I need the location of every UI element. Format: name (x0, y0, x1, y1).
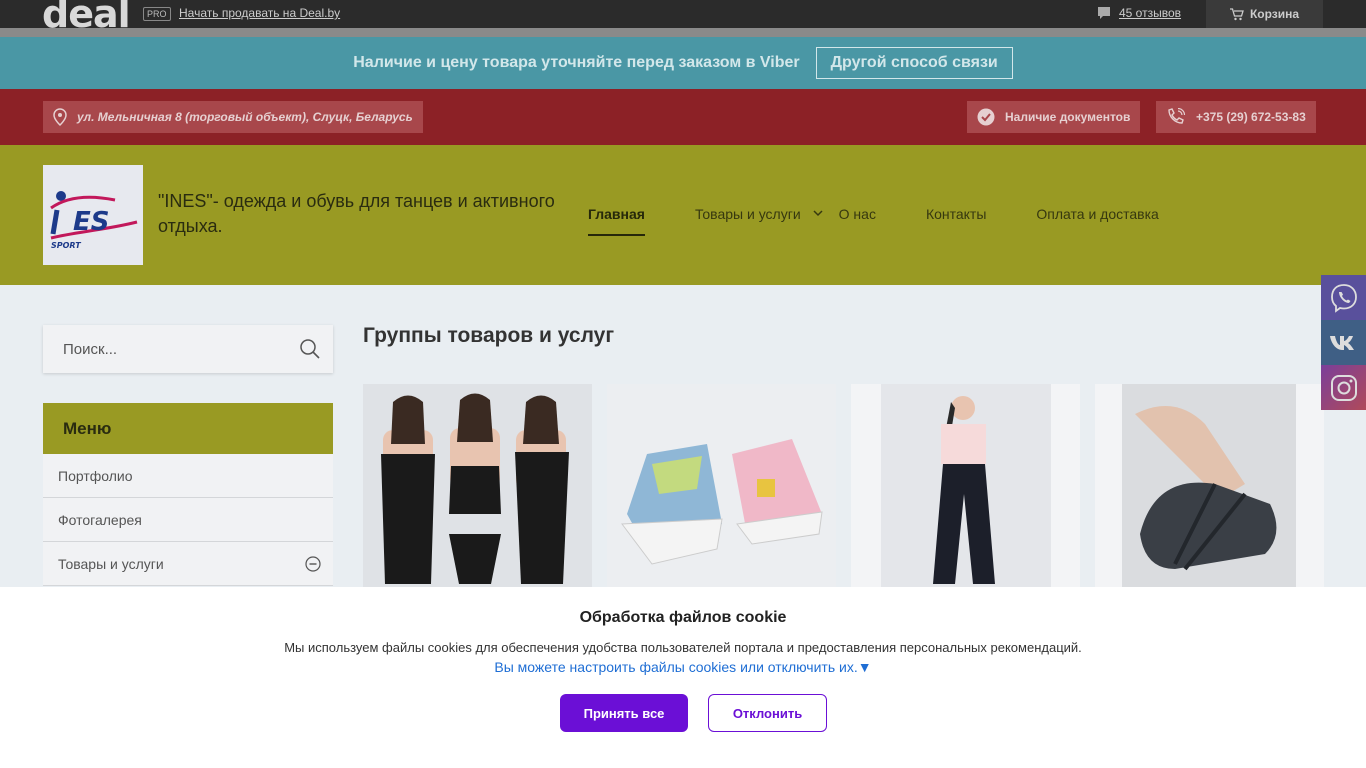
sidebar-item-products[interactable]: Товары и услуги (43, 542, 333, 586)
phone-pill[interactable]: +375 (29) 672-53-83 (1156, 101, 1316, 133)
viber-message: Наличие и цену товара уточняйте перед за… (353, 54, 800, 71)
topbar: deal PRO Начать продавать на Deal.by 45 … (0, 0, 1366, 34)
other-contact-button[interactable]: Другой способ связи (815, 47, 1013, 79)
cart-label: Корзина (1249, 7, 1300, 21)
chevron-down-icon[interactable] (813, 208, 823, 218)
sidebar-menu: Меню Портфолио Фотогалерея Товары и услу… (43, 403, 333, 586)
documents-text: Наличие документов (1005, 110, 1131, 124)
company-title: "INES"- одежда и обувь для танцев и акти… (158, 191, 555, 236)
cookie-settings-link[interactable]: Вы можете настроить файлы cookies или от… (0, 659, 1366, 675)
product-card[interactable] (1095, 384, 1324, 594)
collapse-icon[interactable] (305, 556, 321, 572)
menu-title: Меню (43, 403, 333, 454)
instagram-button[interactable] (1321, 365, 1366, 410)
swimsuits-image (363, 384, 592, 594)
nav-about[interactable]: О нас (839, 206, 876, 236)
nav-products[interactable]: Товары и услуги (694, 206, 823, 236)
section-title: Группы товаров и услуг (363, 324, 615, 347)
nav-home[interactable]: Главная (588, 206, 645, 236)
overlay-strip (0, 28, 1366, 37)
product-card[interactable] (607, 384, 836, 594)
company-logo[interactable]: ES SPORT (43, 165, 143, 265)
logo-subtext: SPORT (51, 241, 81, 250)
instagram-icon (1330, 374, 1357, 401)
ballet-shoe-image (1095, 384, 1324, 594)
product-groups (363, 384, 1324, 594)
viber-banner: Наличие и цену товара уточняйте перед за… (0, 37, 1366, 89)
cookie-description: Мы используем файлы cookies для обеспече… (284, 640, 1082, 655)
pro-badge: PRO (143, 7, 171, 21)
phone-icon (1168, 108, 1186, 124)
viber-button[interactable] (1321, 275, 1366, 320)
decline-button[interactable]: Отклонить (708, 694, 827, 732)
ines-sport-logo: ES SPORT (50, 191, 138, 250)
sidebar-item-gallery[interactable]: Фотогалерея (43, 498, 333, 542)
verified-badge-icon (977, 108, 995, 126)
site-header: ES SPORT "INES"- одежда и обувь для танц… (0, 145, 1366, 285)
vk-icon (1329, 335, 1354, 350)
logo-text: ES (73, 207, 110, 237)
nav-contacts[interactable]: Контакты (926, 206, 986, 236)
product-card[interactable] (851, 384, 1080, 594)
search-input[interactable] (43, 325, 273, 373)
sidebar-item-portfolio[interactable]: Портфолио (43, 454, 333, 498)
viber-icon (1330, 283, 1357, 313)
address-text: ул. Мельничная 8 (торговый объект), Слуц… (77, 110, 413, 124)
vk-button[interactable] (1321, 320, 1366, 365)
search-box (43, 325, 333, 373)
accept-all-button[interactable]: Принять все (560, 694, 688, 732)
comment-icon (1098, 7, 1110, 19)
nav-payment-delivery[interactable]: Оплата и доставка (1036, 206, 1158, 236)
product-card[interactable] (363, 384, 592, 594)
reviews-link[interactable]: 45 отзывов (1097, 6, 1181, 20)
start-selling-link[interactable]: Начать продавать на Deal.by (179, 6, 340, 20)
phone-text: +375 (29) 672-53-83 (1196, 110, 1306, 124)
reviews-label: 45 отзывов (1119, 6, 1182, 20)
nav-products-label: Товары и услуги (694, 206, 801, 222)
dance-pants-image (851, 384, 1080, 594)
cookie-banner: Обработка файлов cookie Мы используем фа… (0, 587, 1366, 768)
sneakers-image (607, 384, 836, 594)
search-icon[interactable] (299, 338, 321, 360)
address-pill[interactable]: ул. Мельничная 8 (торговый объект), Слуц… (43, 101, 423, 133)
documents-pill[interactable]: Наличие документов (967, 101, 1141, 133)
location-pin-icon (53, 108, 67, 126)
cart-icon (1229, 7, 1244, 20)
social-rail (1321, 275, 1366, 410)
info-bar: ул. Мельничная 8 (торговый объект), Слуц… (0, 89, 1366, 145)
cookie-title: Обработка файлов cookie (579, 609, 787, 626)
sidebar-item-products-label: Товары и услуги (58, 556, 164, 572)
cart-button[interactable]: Корзина (1206, 0, 1323, 28)
main-nav: Главная Товары и услуги О нас Контакты О… (588, 206, 1209, 236)
